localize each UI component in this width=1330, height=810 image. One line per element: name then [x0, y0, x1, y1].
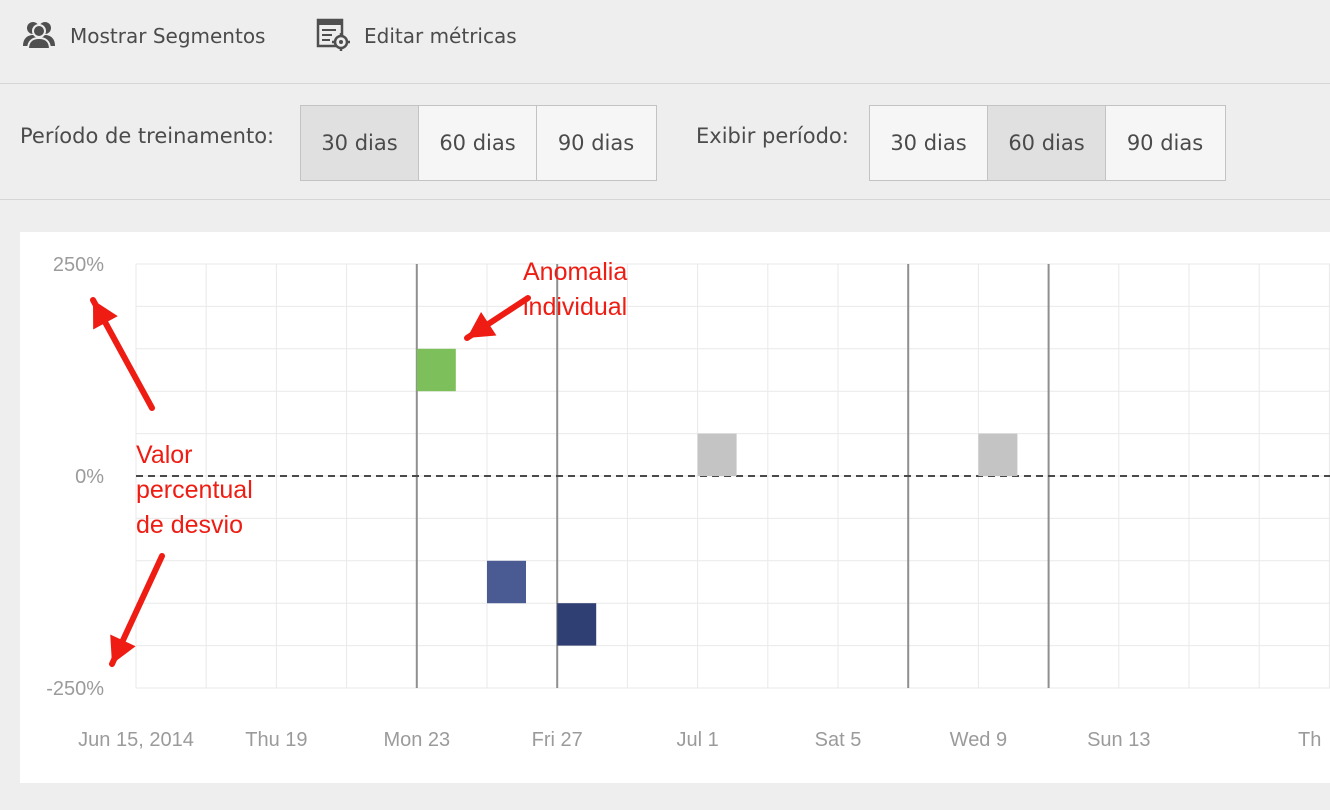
anomaly-marker [416, 348, 456, 392]
x-tick-label: Fri 27 [532, 729, 583, 751]
edit-metrics-button[interactable]: Editar métricas [316, 18, 517, 54]
x-tick-label: Mon 23 [383, 729, 450, 751]
toolbar: Mostrar Segmentos Editar métricas [0, 0, 1330, 84]
x-tick-label: Th [1298, 729, 1321, 751]
metrics-settings-icon [316, 17, 364, 56]
users-icon [22, 19, 70, 54]
annotation-anomaly-label: Anomalia [523, 258, 627, 286]
annotation-anomaly-label: individual [523, 293, 627, 321]
training-period-selector: 30 dias 60 dias 90 dias [300, 105, 657, 181]
x-tick-label: Thu 19 [245, 729, 307, 751]
anomaly-marker [487, 560, 526, 604]
show-segments-button[interactable]: Mostrar Segmentos [22, 18, 265, 54]
display-period-option-60[interactable]: 60 dias [988, 106, 1106, 180]
display-period-option-90[interactable]: 90 dias [1106, 106, 1224, 180]
x-tick-label: Jul 1 [676, 729, 718, 751]
display-period-selector: 30 dias 60 dias 90 dias [869, 105, 1226, 181]
x-tick-label: Wed 9 [950, 729, 1007, 751]
anomaly-chart-panel: 250% 0% -250% Jun 15, 2014 Thu 19 Mon 23 Fri 2… [20, 232, 1330, 783]
y-tick-label: 250% [53, 254, 104, 276]
annotation-deviation-label: de desvio [136, 511, 243, 539]
display-period-option-30[interactable]: 30 dias [870, 106, 988, 180]
x-tick-label: Sat 5 [815, 729, 862, 751]
training-period-option-90[interactable]: 90 dias [537, 106, 655, 180]
anomaly-marker [697, 433, 737, 476]
y-tick-label: 0% [75, 466, 104, 488]
display-period-label: Exibir período: [696, 124, 849, 148]
anomaly-marker [978, 433, 1018, 476]
x-tick-label: Sun 13 [1087, 729, 1150, 751]
anomaly-marker [557, 603, 597, 646]
edit-metrics-label: Editar métricas [364, 24, 517, 48]
training-period-label: Período de treinamento: [20, 124, 275, 148]
anomaly-chart: 250% 0% -250% Jun 15, 2014 Thu 19 Mon 23 Fri 2… [46, 254, 1330, 751]
training-period-option-30[interactable]: 30 dias [301, 106, 419, 180]
show-segments-label: Mostrar Segmentos [70, 24, 266, 48]
y-tick-label: -250% [46, 678, 104, 700]
annotation-deviation-label: Valor [136, 441, 193, 469]
annotation-deviation-label: percentual [136, 476, 253, 504]
x-tick-label: Jun 15, 2014 [78, 729, 194, 751]
training-period-option-60[interactable]: 60 dias [419, 106, 537, 180]
